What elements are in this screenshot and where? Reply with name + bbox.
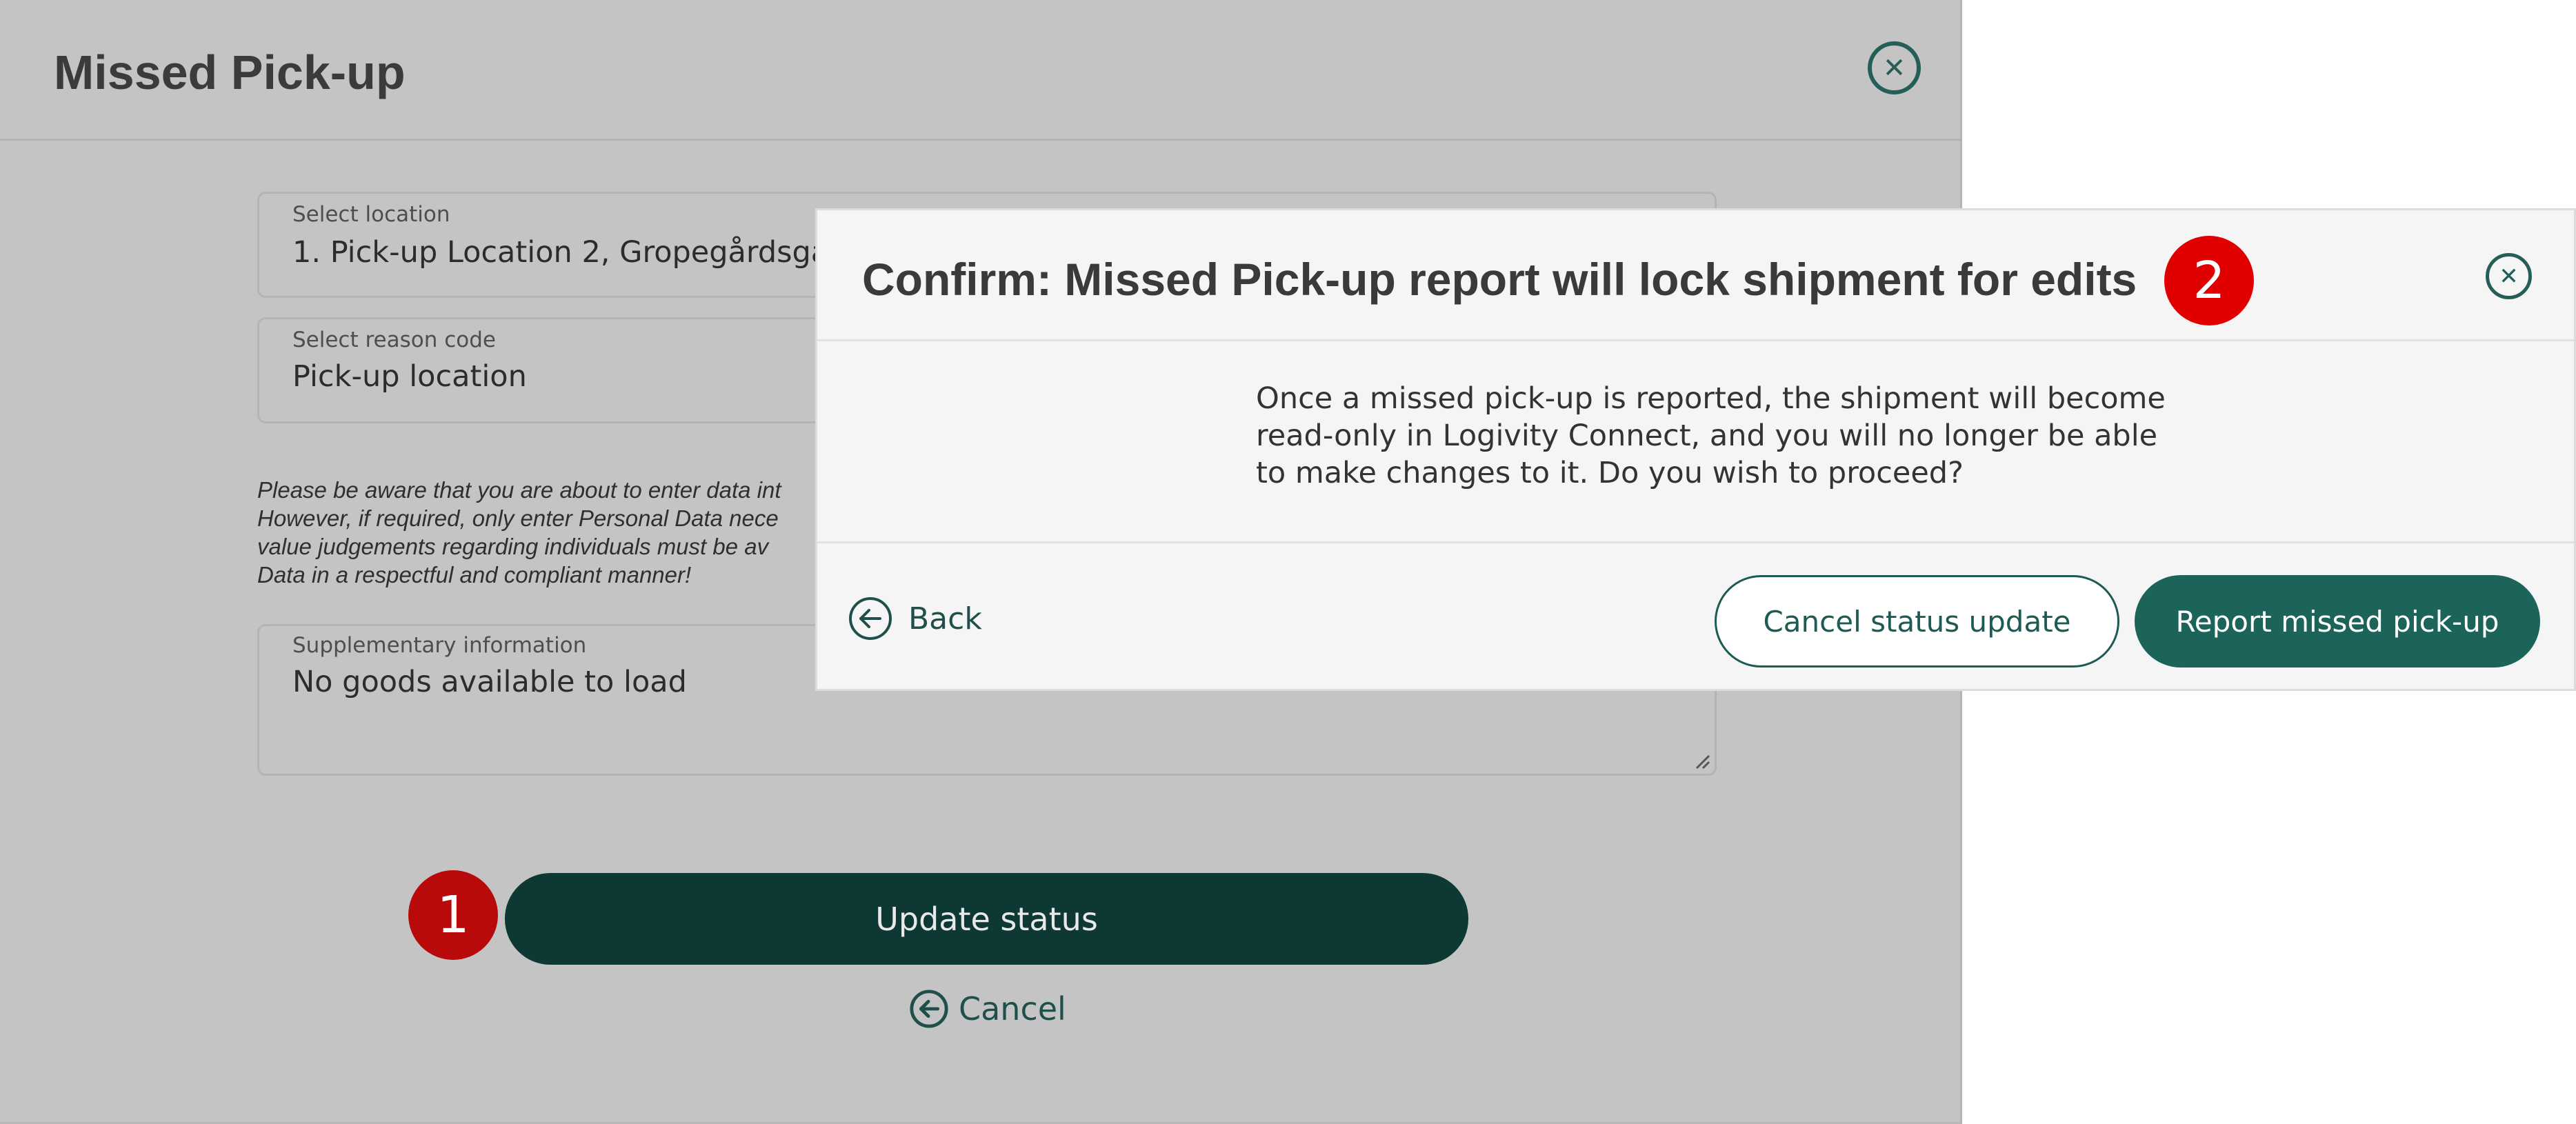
- back-label: Back: [908, 601, 982, 636]
- close-icon[interactable]: ✕: [1868, 41, 1921, 94]
- dialog-divider: [817, 339, 2574, 341]
- back-link[interactable]: Back: [848, 594, 982, 643]
- supplementary-info-value: No goods available to load: [292, 665, 687, 699]
- arrow-left-circle-icon: [849, 597, 892, 640]
- dialog-close-icon[interactable]: ✕: [2486, 253, 2532, 299]
- reason-code-label: Select reason code: [292, 328, 496, 352]
- cancel-status-update-button[interactable]: Cancel status update: [1715, 575, 2119, 668]
- arrow-left-circle-icon: [910, 990, 948, 1028]
- confirm-dialog-title: Confirm: Missed Pick-up report will lock…: [862, 254, 2137, 305]
- step-badge-2: 2: [2164, 236, 2254, 325]
- modal-title: Missed Pick-up: [54, 46, 406, 99]
- update-status-button[interactable]: Update status: [505, 873, 1468, 965]
- confirm-dialog-message: Once a missed pick-up is reported, the s…: [1256, 381, 2166, 490]
- location-select-value: 1. Pick-up Location 2, Gropegårdsgatan: [292, 235, 878, 270]
- reason-code-value: Pick-up location: [292, 359, 527, 394]
- step-badge-1: 1: [408, 870, 498, 960]
- resize-handle-icon[interactable]: [1693, 752, 1710, 770]
- cancel-label: Cancel: [959, 990, 1066, 1027]
- report-missed-pickup-button[interactable]: Report missed pick-up: [2135, 575, 2540, 668]
- cancel-link[interactable]: Cancel: [909, 986, 1066, 1032]
- supplementary-info-label: Supplementary information: [292, 633, 587, 658]
- dialog-divider: [817, 541, 2574, 543]
- location-select-label: Select location: [292, 202, 450, 227]
